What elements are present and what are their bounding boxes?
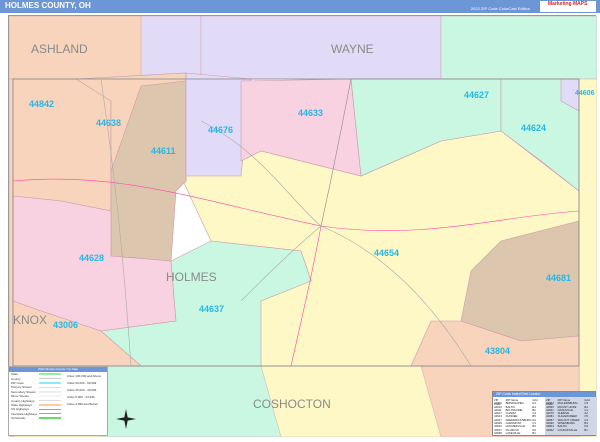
- legend-size: Cities 25,000 - 49,999: [67, 387, 97, 392]
- legend-item: County: [11, 376, 21, 381]
- legend-item: State Highways: [11, 402, 32, 407]
- county-label: ASHLAND: [31, 42, 88, 56]
- zip-44842: [12, 78, 112, 212]
- zip-label: 44606: [575, 90, 595, 97]
- map-title: HOLMES COUNTY, OH: [5, 1, 91, 10]
- county-label: WAYNE: [331, 42, 374, 56]
- index-cell: LOUDONVILLE: [557, 427, 578, 432]
- index-cell: B1: [584, 427, 588, 432]
- zip-label: 44842: [29, 99, 54, 109]
- index-column: ZIP Code ZIP Name Grid 43006 BRINKHAVEN D1 446…: [493, 397, 545, 435]
- index-row: 44638 LAKEVILLE B1: [494, 430, 544, 435]
- county-label: KNOX: [13, 313, 47, 327]
- index-column: ZIP Code ZIP Name Grid 44654 MILLERSBURG C3 44…: [545, 397, 597, 436]
- legend-item: County Highways: [11, 398, 35, 403]
- zip-label: 44654: [374, 248, 399, 258]
- zip-label: 43006: [53, 320, 78, 330]
- county-label: COSHOCTON: [253, 397, 331, 411]
- county-label: HOLMES: [166, 270, 217, 284]
- legend-item: State: [11, 372, 19, 377]
- title-bar: HOLMES COUNTY, OH 2022 ZIP Code ColorCas…: [0, 0, 600, 13]
- legend-item: Minor Streets: [11, 394, 29, 399]
- legend-size: Cities 100,000 and Above: [67, 373, 102, 378]
- legend-item: ZIP Code: [11, 380, 24, 385]
- zip-label: 44681: [546, 273, 571, 283]
- legend-size: Cities 5,000 - 24,999: [67, 394, 95, 399]
- legend-item: Primary Streets: [11, 385, 32, 390]
- index-cell: B1: [532, 430, 536, 435]
- zip-label: 44624: [521, 123, 546, 133]
- index-row: 44842 LOUDONVILLE B1: [546, 427, 596, 432]
- legend-item: Toll Roads: [11, 416, 26, 421]
- legend: 2022 Simple Counts / Co Map State County…: [8, 366, 108, 436]
- zip-label: 44637: [199, 304, 224, 314]
- zip-label: 44628: [79, 253, 104, 263]
- zip-index: ZIP Code Index/Grid Locator ZIP Code ZIP …: [492, 391, 597, 436]
- legend-item: US Highways: [11, 407, 30, 412]
- legend-size: Cities 50,000 - 99,999: [67, 380, 97, 385]
- index-cell: 44842: [546, 427, 554, 432]
- edition-label: 2022 ZIP Code ColorCast Edition: [470, 6, 530, 11]
- logo: Marketing MAPS: [540, 1, 596, 12]
- zip-label: 44633: [298, 108, 323, 118]
- zip-label: 44611: [151, 146, 176, 156]
- zip-label: 44638: [96, 118, 121, 128]
- zip-regions: [12, 72, 580, 367]
- index-cell: 44638: [494, 430, 502, 435]
- zip-label: 43804: [485, 346, 510, 356]
- legend-item: Interstate Highways: [11, 411, 38, 416]
- legend-size: Cities 4,999 and Below: [67, 401, 98, 406]
- legend-item: Secondary Streets: [11, 389, 36, 394]
- zip-label: 44627: [464, 90, 489, 100]
- zip-label: 44676: [208, 125, 233, 135]
- index-cell: LAKEVILLE: [505, 430, 521, 435]
